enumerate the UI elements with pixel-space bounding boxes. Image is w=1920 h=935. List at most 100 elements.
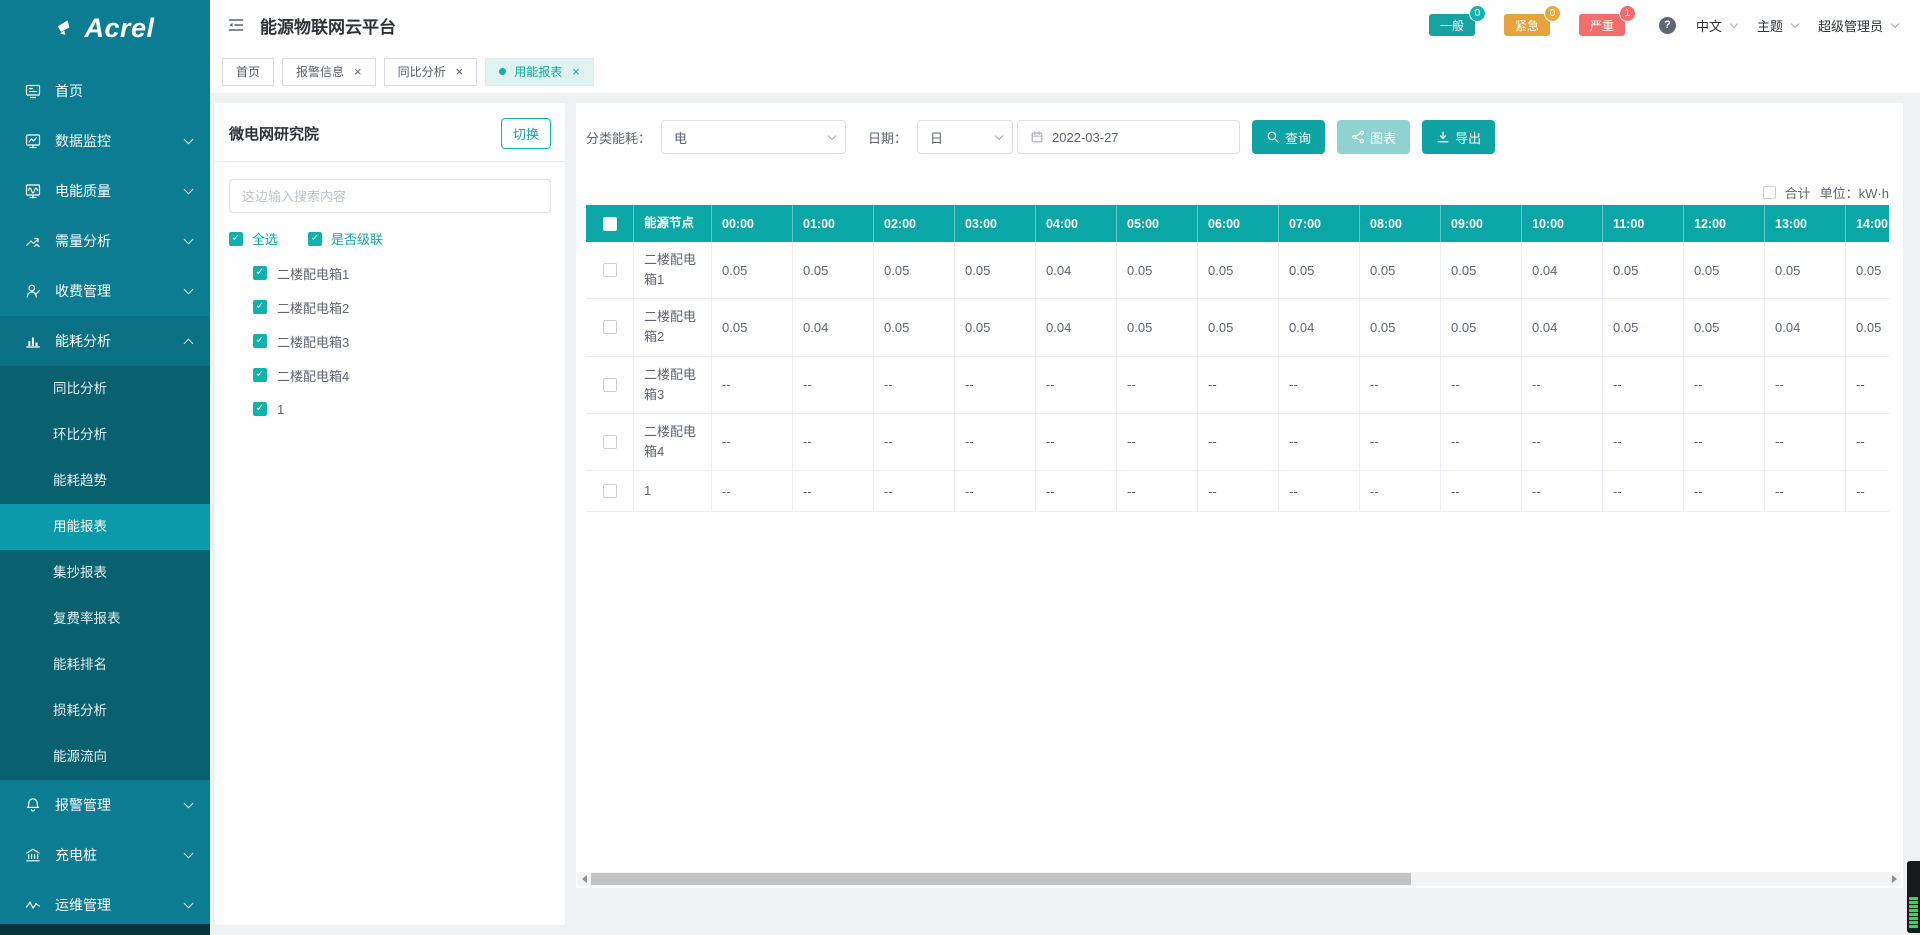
tree-item-checkbox[interactable]: ✓ — [253, 334, 267, 348]
chevron-down-icon — [184, 134, 194, 144]
tree-item-0[interactable]: ✓二楼配电箱1 — [253, 256, 565, 290]
sidebar-item-charging-pile[interactable]: 充电桩 — [0, 830, 210, 880]
sidebar-collapse-icon[interactable] — [226, 15, 246, 35]
sidebar-item-label: 运维管理 — [55, 895, 185, 915]
header-hour-cell: 10:00 — [1522, 205, 1603, 242]
sidebar-item-energy-analysis[interactable]: 能耗分析 — [0, 316, 210, 366]
value-cell: 0.04 — [1036, 299, 1117, 356]
chart-button[interactable]: 图表 — [1337, 120, 1410, 154]
help-icon[interactable]: ? — [1659, 17, 1676, 34]
node-cell: 二楼配电箱3 — [634, 357, 712, 414]
alarm-badge-1[interactable]: 紧急0 — [1504, 14, 1550, 36]
tabbar: 首页报警信息× 同比分析×用能报表× — [210, 50, 1920, 93]
alarm-badge-0[interactable]: 一般0 — [1429, 14, 1475, 36]
tree-item-3[interactable]: ✓二楼配电箱4 — [253, 358, 565, 392]
submenu-item-3[interactable]: 用能报表 — [0, 504, 210, 550]
row-checkbox[interactable] — [603, 484, 617, 498]
tab-close-icon[interactable]: × — [456, 65, 464, 78]
tree-item-checkbox[interactable]: ✓ — [253, 402, 267, 416]
sidebar-item-alarm[interactable]: 报警管理 — [0, 780, 210, 830]
sidebar-item-power-quality[interactable]: 电能质量 — [0, 166, 210, 216]
home-icon — [24, 82, 42, 100]
scrollbar-thumb[interactable] — [591, 873, 1411, 885]
cascade-label: 是否级联 — [331, 229, 383, 248]
value-cell: -- — [1846, 471, 1889, 512]
tab-0[interactable]: 首页 — [222, 58, 274, 86]
header-hour-cell: 11:00 — [1603, 205, 1684, 242]
value-cell: -- — [1765, 414, 1846, 471]
submenu-item-8[interactable]: 能源流向 — [0, 734, 210, 780]
category-select[interactable]: 电 — [661, 120, 846, 154]
tab-2[interactable]: 同比分析× — [384, 58, 478, 86]
date-label: 日期： — [868, 128, 907, 147]
tree-item-checkbox[interactable]: ✓ — [253, 368, 267, 382]
submenu-item-5[interactable]: 复费率报表 — [0, 596, 210, 642]
horizontal-scrollbar[interactable] — [577, 872, 1901, 886]
select-all-checkbox[interactable]: ✓ — [229, 232, 243, 246]
switch-button[interactable]: 切换 — [501, 118, 551, 149]
value-cell: 0.04 — [1036, 242, 1117, 299]
tab-close-icon[interactable]: × — [354, 65, 362, 78]
chevron-down-icon — [184, 848, 194, 858]
total-checkbox[interactable] — [1763, 186, 1776, 199]
export-button[interactable]: 导出 — [1422, 120, 1495, 154]
select-all-check[interactable]: ✓ 全选 — [229, 229, 278, 248]
tree-item-1[interactable]: ✓ 二楼配电箱2 — [253, 290, 565, 324]
query-button[interactable]: 查询 — [1252, 120, 1325, 154]
tab-3[interactable]: 用能报表× — [485, 58, 594, 86]
cascade-checkbox[interactable]: ✓ — [308, 232, 322, 246]
topbar-right: 一般0 紧急0 严重1 ? 中文 主题 超级管理员 — [1429, 14, 1898, 36]
sidebar-submenu: 同比分析环比分析能耗趋势用能报表集抄报表复费率报表能耗排名损耗分析能源流向 — [0, 366, 210, 780]
app-title: 能源物联网云平台 — [260, 13, 396, 38]
value-cell: -- — [955, 414, 1036, 471]
date-type-select[interactable]: 日 — [917, 120, 1013, 154]
theme-select[interactable]: 主题 — [1757, 16, 1798, 35]
sidebar-item-fee-management[interactable]: 收费管理 — [0, 266, 210, 316]
language-label: 中文 — [1696, 16, 1722, 35]
sidebar-item-ops[interactable]: 运维管理 — [0, 880, 210, 930]
cascade-check[interactable]: ✓ 是否级联 — [308, 229, 383, 248]
tree-item-checkbox[interactable]: ✓ — [253, 300, 267, 314]
select-all-rows-checkbox[interactable] — [603, 217, 617, 231]
header-hour-cell: 13:00 — [1765, 205, 1846, 242]
tree-item-4[interactable]: ✓1 — [253, 392, 565, 426]
submenu-item-2[interactable]: 能耗趋势 — [0, 458, 210, 504]
row-checkbox[interactable] — [603, 435, 617, 449]
calendar-icon — [1030, 130, 1044, 144]
submenu-item-4[interactable]: 集抄报表 — [0, 550, 210, 596]
tab-1[interactable]: 报警信息× — [282, 58, 376, 86]
value-cell: -- — [1441, 471, 1522, 512]
row-checkbox[interactable] — [603, 320, 617, 334]
tab-close-icon[interactable]: × — [572, 65, 580, 78]
submenu-item-1[interactable]: 环比分析 — [0, 412, 210, 458]
submenu-item-7[interactable]: 损耗分析 — [0, 688, 210, 734]
value-cell: 0.05 — [1765, 242, 1846, 299]
table-meta-row: 合计 单位：kW·h — [1763, 183, 1889, 202]
sidebar-item-label: 充电桩 — [55, 845, 185, 865]
sidebar-item-data-monitor[interactable]: 数据监控 — [0, 116, 210, 166]
tree-item-label: 二楼配电箱2 — [277, 298, 349, 317]
date-picker[interactable]: 2022-03-27 — [1017, 120, 1240, 154]
submenu-item-6[interactable]: 能耗排名 — [0, 642, 210, 688]
node-cell: 二楼配电箱2 — [634, 299, 712, 356]
sidebar-item-demand-analysis[interactable]: 需量分析 — [0, 216, 210, 266]
scroll-left-arrow-icon[interactable] — [577, 872, 591, 886]
tree-search-input[interactable] — [229, 179, 551, 213]
row-checkbox[interactable] — [603, 378, 617, 392]
value-cell: 0.05 — [793, 242, 874, 299]
chevron-down-icon — [184, 284, 194, 294]
value-cell: 0.04 — [1279, 299, 1360, 356]
value-cell: 0.05 — [1279, 242, 1360, 299]
user-menu[interactable]: 超级管理员 — [1818, 16, 1898, 35]
scroll-right-arrow-icon[interactable] — [1887, 872, 1901, 886]
submenu-item-0[interactable]: 同比分析 — [0, 366, 210, 412]
row-checkbox[interactable] — [603, 263, 617, 277]
language-select[interactable]: 中文 — [1696, 16, 1737, 35]
tree-item-2[interactable]: ✓二楼配电箱3 — [253, 324, 565, 358]
alarm-badge-2[interactable]: 严重1 — [1579, 14, 1625, 36]
sidebar-item-home[interactable]: 首页 — [0, 66, 210, 116]
value-cell: 0.04 — [1765, 299, 1846, 356]
tree-item-checkbox[interactable]: ✓ — [253, 266, 267, 280]
value-cell: -- — [1279, 471, 1360, 512]
value-cell: -- — [1117, 471, 1198, 512]
